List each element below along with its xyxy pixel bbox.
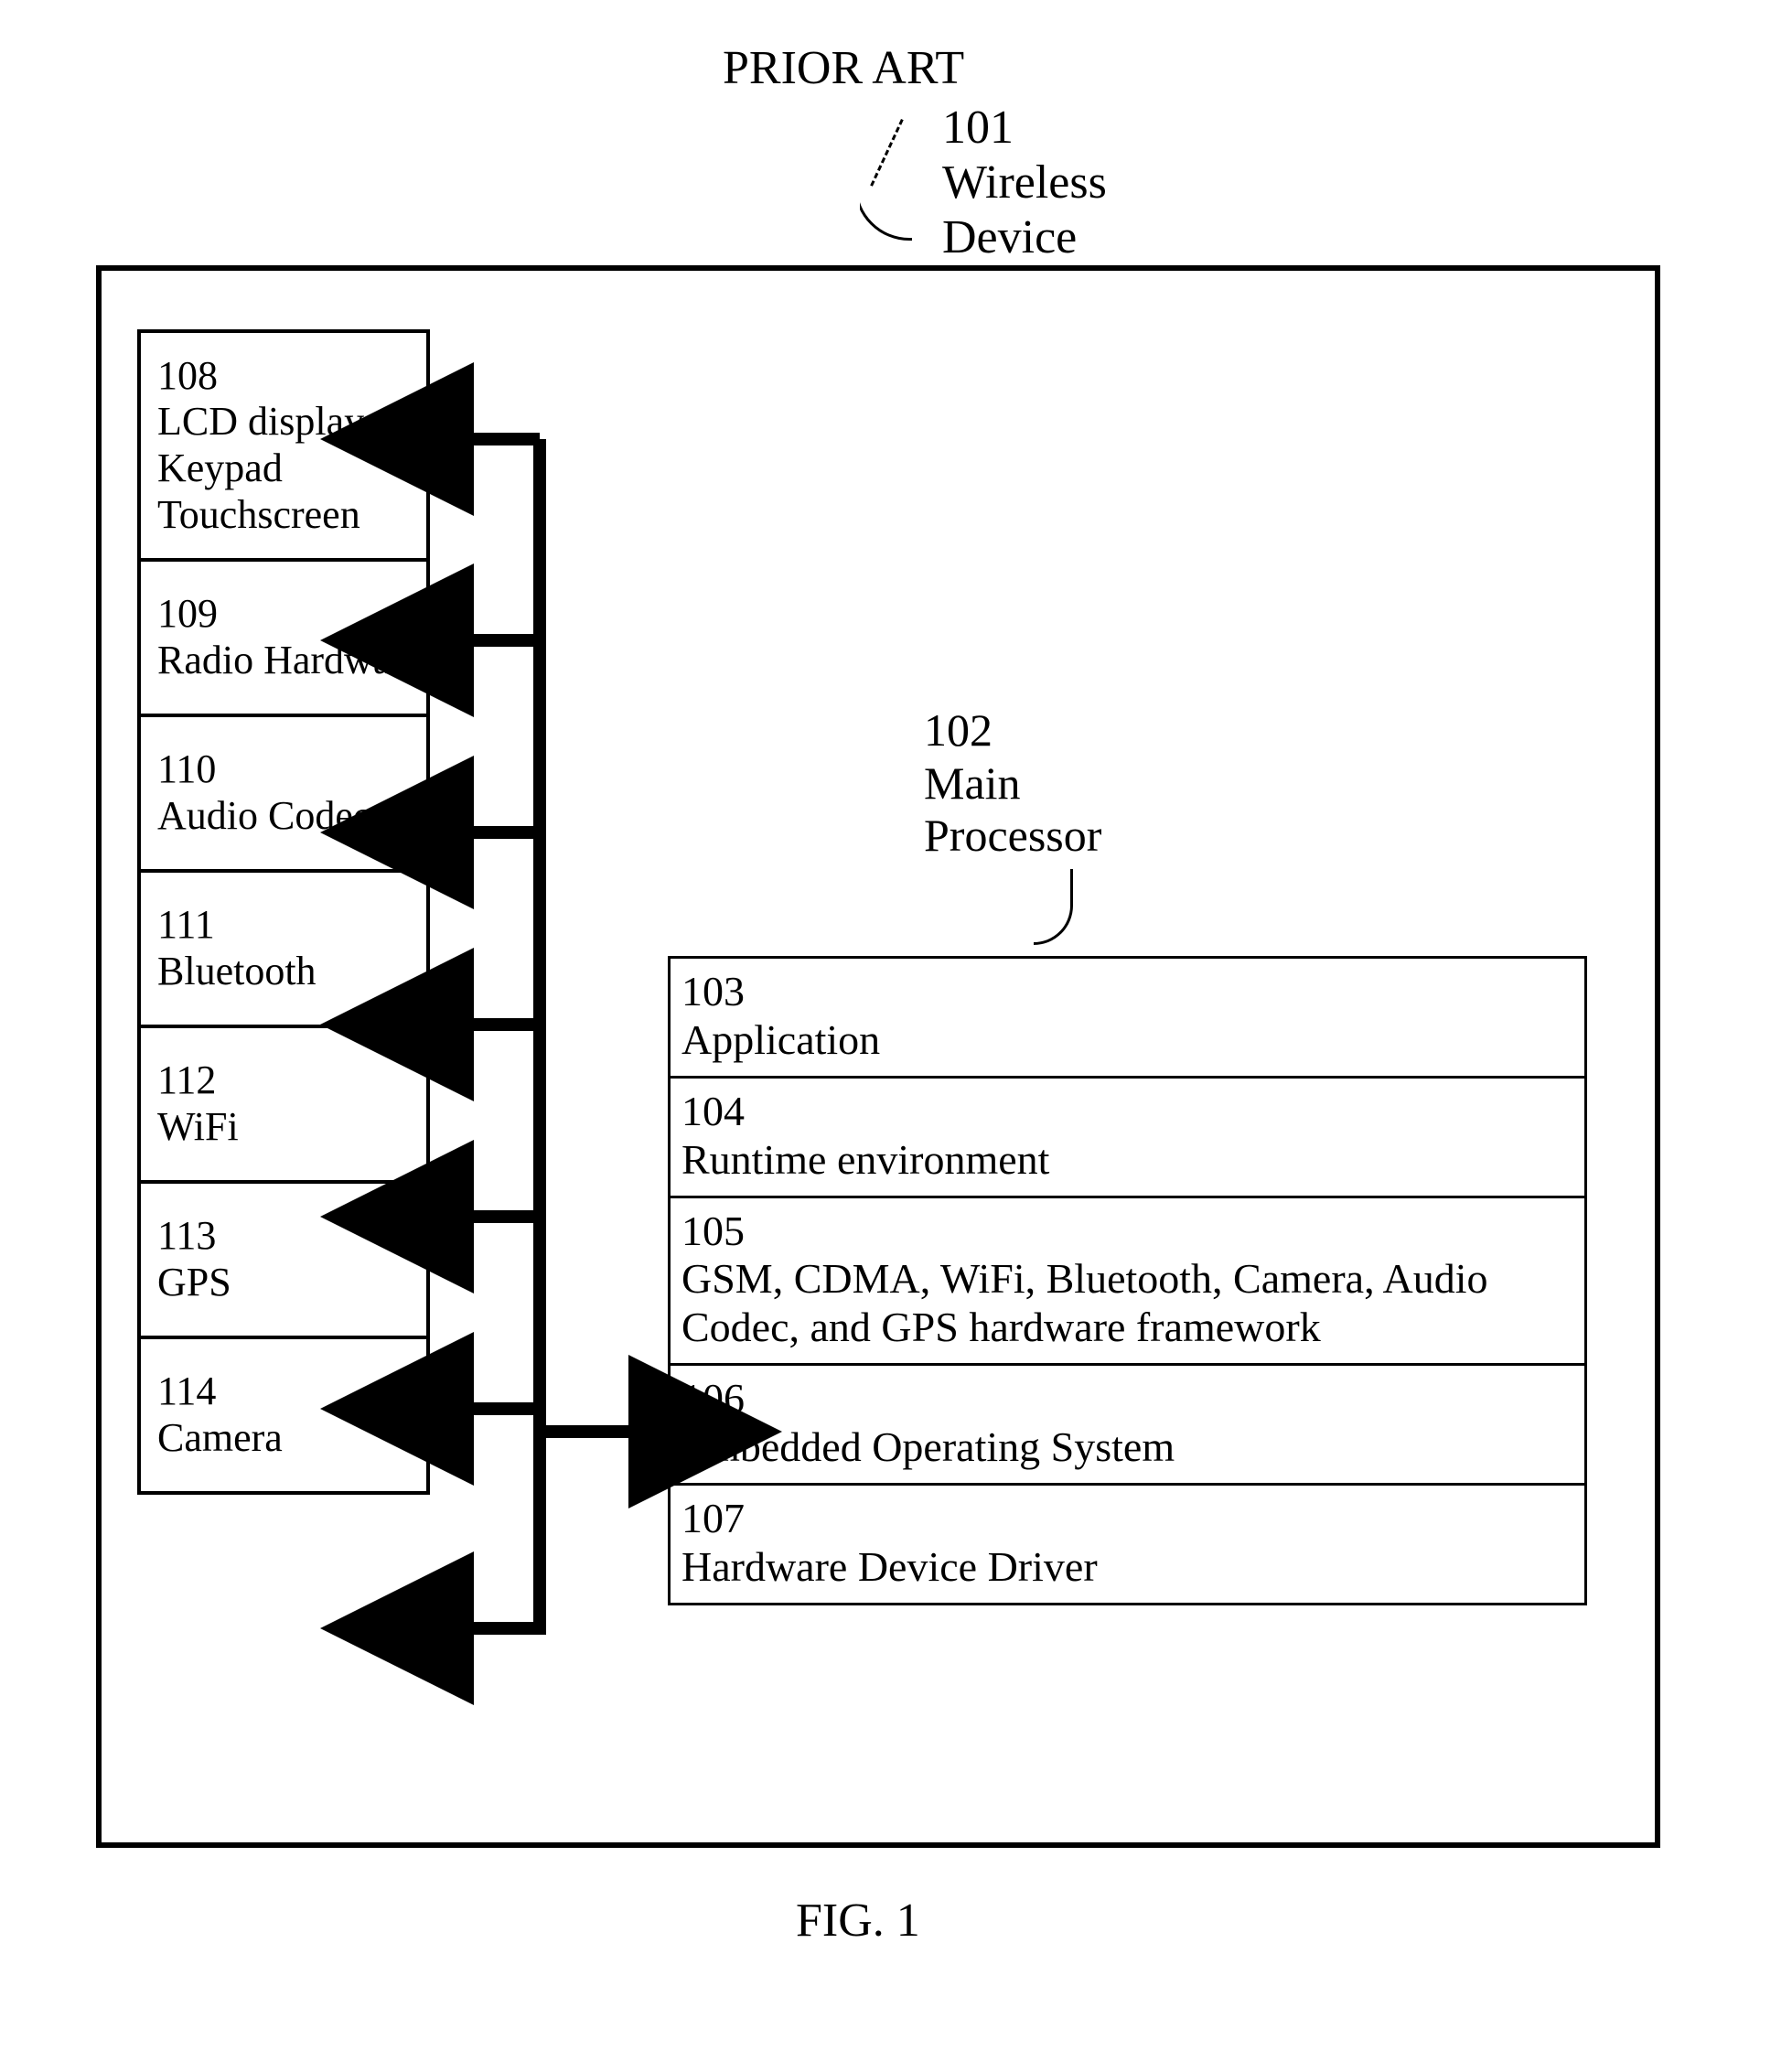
ref-101-label: 101 Wireless Device	[942, 101, 1107, 264]
periph-label: Bluetooth	[157, 949, 410, 995]
proc-num: 104	[681, 1088, 745, 1134]
ref-101-text: Wireless Device	[942, 156, 1107, 263]
periph-num: 110	[157, 746, 410, 793]
periph-num: 112	[157, 1057, 410, 1104]
peripheral-stack: 108 LCD display Keypad Touchscreen 109 R…	[137, 329, 430, 1495]
ref-102-label: 102 Main Processor	[924, 704, 1101, 863]
leader-line-icon	[870, 119, 904, 187]
proc-105: 105 GSM, CDMA, WiFi, Bluetooth, Camera, …	[671, 1196, 1584, 1364]
proc-label: Embedded Operating System	[681, 1423, 1175, 1470]
periph-label: GPS	[157, 1260, 410, 1306]
proc-label: GSM, CDMA, WiFi, Bluetooth, Camera, Audi…	[681, 1255, 1488, 1350]
proc-num: 106	[681, 1375, 745, 1422]
periph-111: 111 Bluetooth	[141, 869, 426, 1025]
proc-label: Hardware Device Driver	[681, 1543, 1098, 1590]
periph-109: 109 Radio Hardware	[141, 558, 426, 714]
proc-107: 107 Hardware Device Driver	[671, 1483, 1584, 1603]
periph-label: Camera	[157, 1415, 410, 1462]
proc-label: Runtime environment	[681, 1136, 1049, 1183]
proc-106: 106 Embedded Operating System	[671, 1363, 1584, 1483]
ref-101-num: 101	[942, 102, 1014, 154]
proc-103: 103 Application	[671, 956, 1584, 1076]
prior-art-label: PRIOR ART	[723, 41, 964, 95]
proc-104: 104 Runtime environment	[671, 1076, 1584, 1196]
periph-label: Audio Codec	[157, 793, 410, 840]
page: PRIOR ART 101 Wireless Device 108 LCD di…	[0, 0, 1792, 2061]
leader-curve-icon	[854, 183, 912, 241]
proc-num: 103	[681, 968, 745, 1014]
proc-num: 105	[681, 1208, 745, 1254]
proc-label: Application	[681, 1016, 880, 1063]
periph-108: 108 LCD display Keypad Touchscreen	[141, 329, 426, 558]
periph-num: 108	[157, 353, 410, 400]
ref-102-text: Main Processor	[924, 757, 1101, 862]
periph-label: LCD display Keypad Touchscreen	[157, 399, 410, 538]
figure-caption: FIG. 1	[796, 1894, 920, 1948]
processor-stack: 103 Application 104 Runtime environment …	[668, 956, 1587, 1605]
periph-114: 114 Camera	[141, 1336, 426, 1491]
ref-102-num: 102	[924, 704, 993, 756]
periph-112: 112 WiFi	[141, 1025, 426, 1180]
periph-num: 109	[157, 591, 410, 638]
periph-num: 113	[157, 1213, 410, 1260]
periph-num: 114	[157, 1369, 410, 1415]
periph-label: Radio Hardware	[157, 638, 410, 684]
periph-113: 113 GPS	[141, 1180, 426, 1336]
periph-num: 111	[157, 902, 410, 949]
periph-label: WiFi	[157, 1104, 410, 1151]
periph-110: 110 Audio Codec	[141, 714, 426, 869]
proc-num: 107	[681, 1495, 745, 1541]
